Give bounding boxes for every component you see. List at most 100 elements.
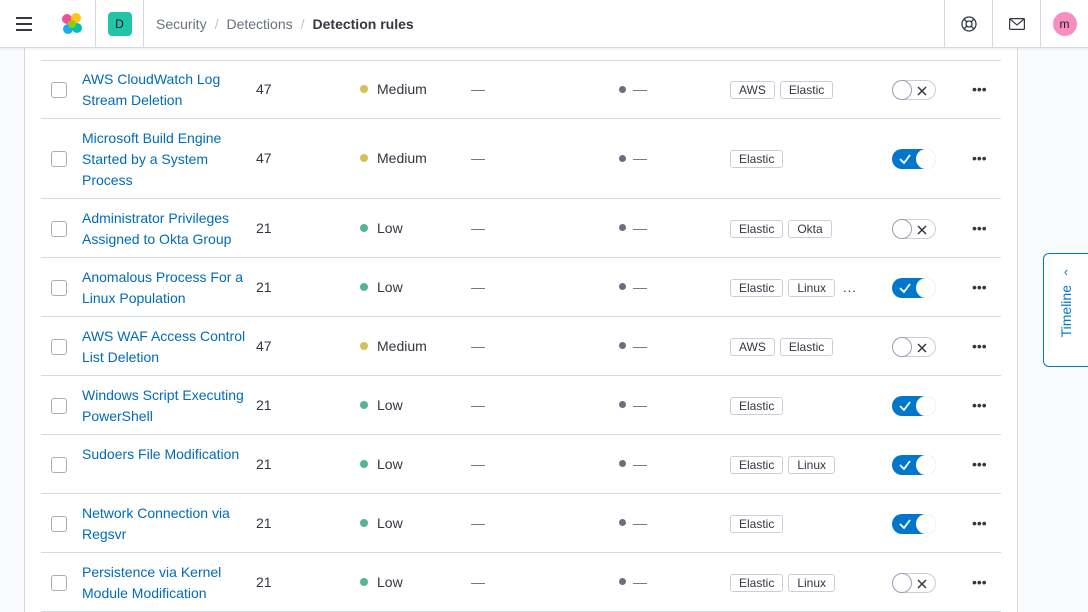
more-tags-indicator[interactable]: ... [843, 280, 857, 295]
severity-label: Low [377, 514, 403, 531]
last-run-value: — [471, 278, 485, 295]
rules-table: AWS CloudWatch Log Stream Deletion 47 Me… [24, 48, 1018, 612]
elastic-logo[interactable] [48, 0, 96, 48]
severity-dot [360, 223, 368, 232]
severity-label: Medium [377, 81, 427, 97]
status-value: — [633, 278, 647, 295]
row-checkbox[interactable] [51, 279, 67, 296]
risk-score: 21 [256, 396, 272, 413]
severity-label: Medium [377, 150, 427, 166]
last-run-value: — [471, 81, 485, 97]
status-value: — [633, 219, 647, 236]
severity-badge: Medium [360, 150, 427, 166]
rule-tags: Elastic [730, 514, 788, 533]
rule-name-link[interactable]: Network Connection via Regsvr [82, 503, 247, 545]
rule-tags: Elastic Linux [730, 455, 840, 474]
rule-activate-switch[interactable] [892, 218, 936, 239]
row-checkbox[interactable] [51, 515, 67, 532]
space-selector[interactable]: D [96, 0, 144, 48]
rule-name-link[interactable]: Anomalous Process For a Linux Population [82, 267, 247, 309]
rule-activate-switch[interactable] [892, 572, 936, 593]
severity-dot [360, 85, 368, 93]
severity-dot [360, 400, 368, 409]
rule-activate-switch[interactable] [892, 149, 936, 169]
timeline-toggle-button[interactable]: ‹ Timeline [1043, 253, 1088, 367]
status-value: — [633, 337, 647, 354]
breadcrumb-detections[interactable]: Detections [226, 16, 292, 32]
severity-label: Low [377, 455, 403, 472]
row-actions-button[interactable]: ••• [972, 220, 987, 236]
mail-icon [1008, 17, 1025, 30]
switch-knob [892, 336, 912, 357]
breadcrumb-security[interactable]: Security [156, 16, 207, 32]
status-value: — [633, 573, 647, 590]
switch-knob [892, 572, 912, 593]
row-actions-button[interactable]: ••• [972, 574, 987, 590]
table-row: AWS WAF Access Control List Deletion 47 … [41, 317, 1001, 376]
table-row: Persistence via Kernel Module Modificati… [41, 553, 1001, 612]
row-checkbox[interactable] [51, 574, 67, 591]
table-row: AWS CloudWatch Log Stream Deletion 47 Me… [41, 61, 1001, 119]
last-run-value: — [471, 150, 485, 166]
row-checkbox[interactable] [51, 456, 67, 473]
status-dot [619, 224, 626, 231]
rule-activate-switch[interactable] [892, 513, 936, 534]
severity-dot [360, 577, 368, 586]
news-feed-button[interactable] [992, 0, 1040, 48]
row-actions-button[interactable]: ••• [972, 456, 987, 472]
row-checkbox[interactable] [51, 82, 67, 98]
rule-tags: AWS Elastic [730, 337, 838, 356]
rule-activate-switch[interactable] [892, 277, 936, 298]
table-row: Microsoft Build Engine Started by a Syst… [41, 119, 1001, 199]
row-checkbox[interactable] [51, 151, 67, 167]
rule-name-link[interactable]: Sudoers File Modification [82, 444, 247, 465]
severity-label: Low [377, 396, 403, 413]
severity-badge: Low [360, 279, 403, 295]
risk-score: 21 [256, 455, 272, 472]
rule-tag: Elastic [779, 337, 834, 356]
severity-badge: Low [360, 397, 403, 413]
status-dot [619, 85, 626, 93]
row-actions-button[interactable]: ••• [972, 397, 987, 413]
rule-tag: Elastic [730, 514, 784, 533]
row-checkbox[interactable] [51, 338, 67, 355]
switch-knob [916, 277, 936, 298]
rule-tag: Elastic [730, 219, 784, 238]
rule-activate-switch[interactable] [892, 80, 936, 100]
severity-badge: Medium [360, 338, 427, 354]
switch-knob [916, 395, 936, 416]
rule-name-link[interactable]: AWS CloudWatch Log Stream Deletion [82, 69, 247, 111]
rule-name-link[interactable]: AWS WAF Access Control List Deletion [82, 326, 247, 368]
rule-activate-switch[interactable] [892, 395, 936, 416]
rule-name-link[interactable]: Administrator Privileges Assigned to Okt… [82, 208, 247, 250]
menu-button[interactable] [0, 0, 48, 48]
row-checkbox[interactable] [51, 397, 67, 414]
severity-dot [360, 459, 368, 468]
chevron-left-icon: ‹ [1063, 264, 1069, 279]
row-checkbox[interactable] [51, 220, 67, 237]
status-value: — [633, 396, 647, 413]
rule-name-link[interactable]: Persistence via Kernel Module Modificati… [82, 562, 247, 604]
check-icon [899, 282, 911, 293]
severity-badge: Low [360, 220, 403, 236]
row-actions-button[interactable]: ••• [972, 279, 987, 295]
row-actions-button[interactable]: ••• [972, 338, 987, 354]
rule-activate-switch[interactable] [892, 454, 936, 475]
severity-label: Low [377, 219, 403, 236]
status-value: — [633, 81, 647, 97]
table-row: Administrator Privileges Assigned to Okt… [41, 199, 1001, 258]
row-actions-button[interactable]: ••• [972, 515, 987, 531]
user-menu-button[interactable]: m [1040, 0, 1088, 48]
timeline-label: Timeline [1058, 285, 1074, 338]
help-button[interactable] [944, 0, 992, 48]
severity-dot [360, 518, 368, 527]
last-run-value: — [471, 514, 485, 531]
table-row: Network Connection via Regsvr 21 Low — —… [41, 494, 1001, 553]
row-actions-button[interactable]: ••• [972, 81, 987, 97]
rule-name-link[interactable]: Microsoft Build Engine Started by a Syst… [82, 128, 247, 191]
switch-knob [916, 513, 936, 534]
row-actions-button[interactable]: ••• [972, 150, 987, 166]
rule-activate-switch[interactable] [892, 336, 936, 357]
rule-name-link[interactable]: Windows Script Executing PowerShell [82, 385, 247, 427]
rule-tags: Elastic [730, 150, 788, 168]
